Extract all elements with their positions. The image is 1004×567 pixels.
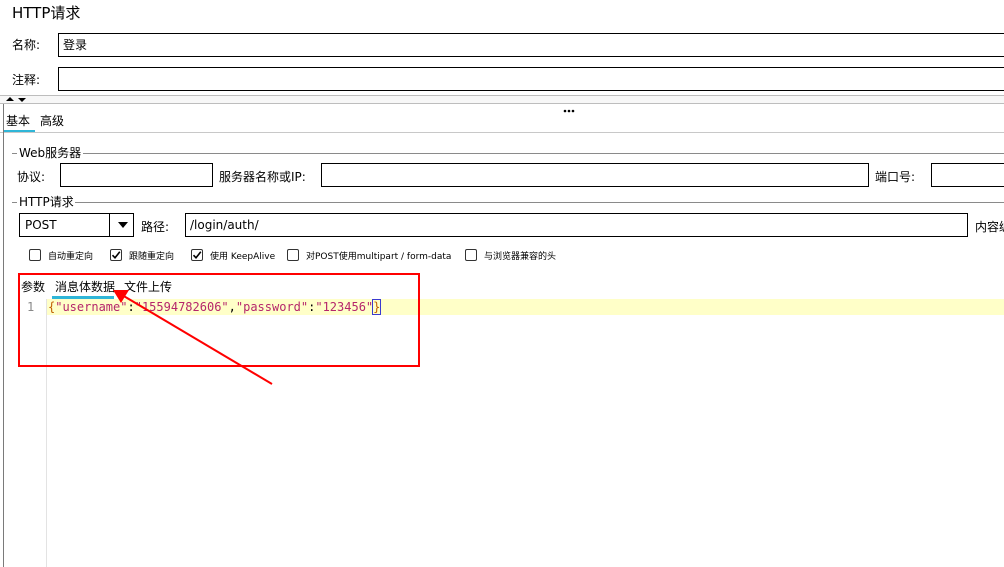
annotation-arrow bbox=[113, 290, 273, 385]
